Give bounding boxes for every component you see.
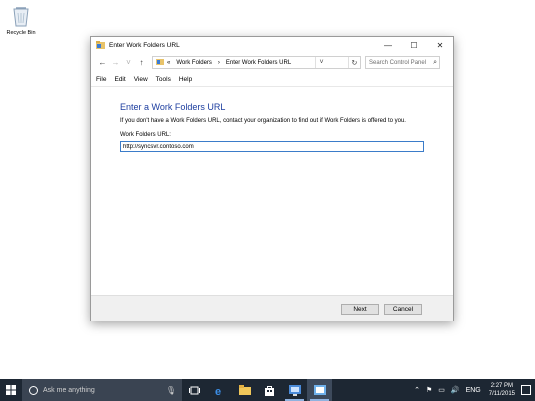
breadcrumb-work-folders[interactable]: Work Folders — [176, 60, 212, 66]
back-arrow-icon[interactable]: ← — [96, 56, 109, 69]
menu-file[interactable]: File — [96, 76, 106, 83]
menu-help[interactable]: Help — [179, 76, 192, 83]
clock-time: 2:27 PM — [490, 383, 514, 389]
cortana-search-box[interactable]: Ask me anything 🎙 — [22, 379, 182, 401]
system-tray: ⌃ ⚑ ▭ 🔊 ENG 2:27 PM 7/11/2015 — [411, 382, 535, 398]
store-icon[interactable] — [257, 379, 282, 401]
menu-view[interactable]: View — [134, 76, 148, 83]
cortana-icon — [29, 385, 38, 395]
wizard-footer: Next Cancel — [91, 295, 453, 321]
recycle-bin-label: Recycle Bin — [6, 30, 36, 36]
recycle-bin-icon — [10, 4, 32, 28]
network-icon[interactable]: ▭ — [438, 386, 445, 394]
svg-text:e: e — [215, 386, 221, 396]
file-explorer-icon[interactable] — [232, 379, 257, 401]
menu-bar: File Edit View Tools Help — [91, 72, 453, 86]
close-button[interactable]: ✕ — [427, 37, 453, 54]
search-control-panel-input[interactable]: Search Control Panel ⌕ — [365, 56, 440, 69]
address-overflow-chevron[interactable]: « — [167, 60, 170, 66]
wizard-content: Enter a Work Folders URL If you don't ha… — [91, 86, 453, 294]
cortana-placeholder: Ask me anything — [43, 386, 95, 394]
breadcrumb-separator: › — [217, 59, 220, 66]
window-folder-icon — [96, 40, 105, 51]
maximize-button[interactable]: ☐ — [401, 37, 427, 54]
microphone-icon[interactable]: 🎙 — [166, 386, 176, 395]
windows-logo-icon — [6, 385, 16, 395]
show-hidden-icons-icon[interactable]: ⌃ — [414, 386, 420, 394]
address-row: ← → ˅ ↑ « Work Folders › Enter Work Fold… — [91, 55, 453, 70]
start-button[interactable] — [0, 379, 22, 401]
up-arrow-icon[interactable]: ↑ — [135, 56, 148, 69]
taskbar: Ask me anything 🎙 e ⌃ ⚑ ▭ 🔊 ENG 2:27 PM … — [0, 379, 535, 401]
address-dropdown-icon[interactable]: ˅ — [315, 57, 327, 68]
recent-locations-icon[interactable]: ˅ — [122, 56, 135, 69]
search-icon[interactable]: ⌕ — [433, 59, 437, 67]
notifications-icon[interactable] — [521, 385, 531, 395]
control-panel-taskbar-icon[interactable] — [282, 379, 307, 401]
input-language[interactable]: ENG — [466, 387, 481, 394]
next-button[interactable]: Next — [341, 304, 379, 315]
forward-arrow-icon[interactable]: → — [109, 56, 122, 69]
search-placeholder: Search Control Panel — [369, 59, 427, 66]
minimize-button[interactable]: — — [375, 37, 401, 54]
recycle-bin-shortcut[interactable]: Recycle Bin — [4, 4, 38, 36]
volume-icon[interactable]: 🔊 — [451, 386, 460, 394]
breadcrumb-enter-url[interactable]: Enter Work Folders URL — [226, 60, 291, 66]
cancel-button[interactable]: Cancel — [384, 304, 422, 315]
work-folders-taskbar-icon[interactable] — [307, 379, 332, 401]
page-heading: Enter a Work Folders URL — [120, 102, 226, 112]
window-title: Enter Work Folders URL — [109, 42, 180, 49]
clock[interactable]: 2:27 PM 7/11/2015 — [489, 382, 515, 398]
address-bar[interactable]: « Work Folders › Enter Work Folders URL … — [152, 56, 361, 69]
refresh-icon[interactable]: ↻ — [347, 57, 360, 68]
url-field-label: Work Folders URL: — [120, 132, 171, 138]
work-folders-url-input[interactable] — [120, 141, 424, 152]
clock-date: 7/11/2015 — [488, 391, 515, 397]
task-view-icon[interactable] — [182, 379, 207, 401]
page-description: If you don't have a Work Folders URL, co… — [120, 118, 406, 124]
edge-browser-icon[interactable]: e — [207, 379, 232, 401]
work-folders-window: Enter Work Folders URL — ☐ ✕ ← → ˅ ↑ « W… — [90, 36, 454, 321]
action-center-flag-icon[interactable]: ⚑ — [426, 386, 432, 394]
address-folder-icon — [156, 58, 164, 67]
menu-edit[interactable]: Edit — [114, 76, 125, 83]
menu-tools[interactable]: Tools — [156, 76, 171, 83]
title-bar[interactable]: Enter Work Folders URL — ☐ ✕ — [91, 37, 453, 54]
